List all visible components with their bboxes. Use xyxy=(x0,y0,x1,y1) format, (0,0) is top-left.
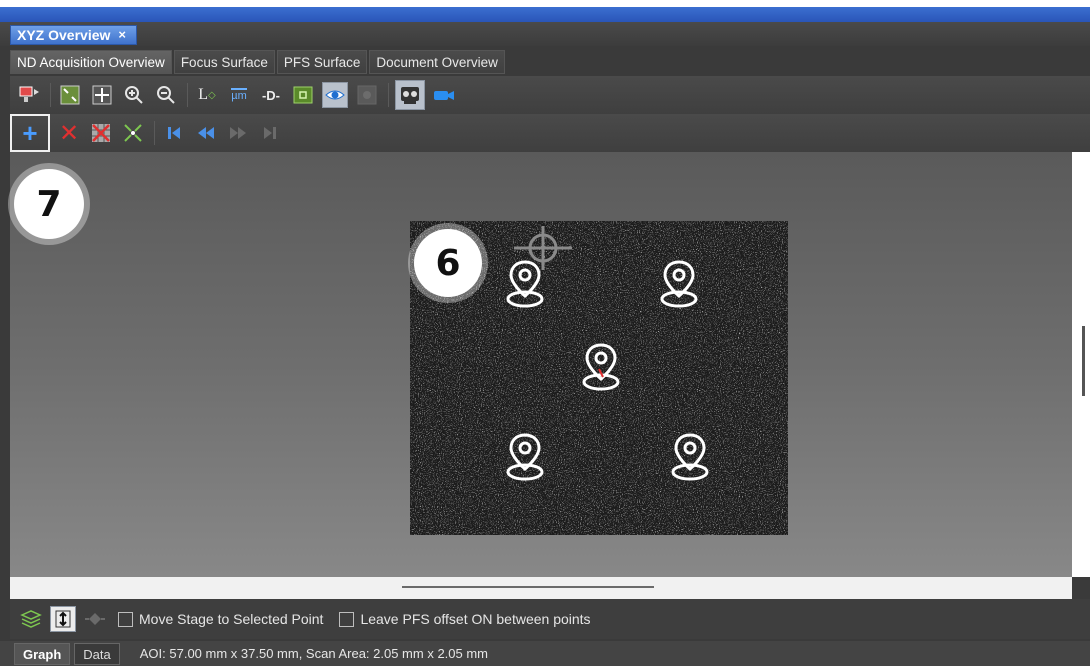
scale-label: µm xyxy=(231,88,247,102)
tab-data[interactable]: Data xyxy=(74,642,120,665)
horizontal-scrollbar[interactable] xyxy=(10,577,1072,599)
previous-point-icon[interactable] xyxy=(193,120,219,146)
delete-x-icon: ✕ xyxy=(58,119,80,147)
camera-robot-icon[interactable] xyxy=(395,80,425,110)
tab-document-overview[interactable]: Document Overview xyxy=(369,50,505,74)
zoom-in-icon[interactable] xyxy=(121,82,147,108)
point-marker-icon[interactable] xyxy=(503,258,547,310)
leave-pfs-option[interactable]: Leave PFS offset ON between points xyxy=(339,611,591,627)
next-point-icon xyxy=(225,120,251,146)
toolbar-separator xyxy=(154,121,155,145)
region-green-icon[interactable] xyxy=(290,82,316,108)
tab-focus-surface[interactable]: Focus Surface xyxy=(173,50,275,74)
tab-pfs-surface[interactable]: PFS Surface xyxy=(276,50,368,74)
axis-label: L xyxy=(198,86,209,103)
callout-6: 6 xyxy=(414,229,482,297)
fit-selection-icon[interactable] xyxy=(57,82,83,108)
status-text: AOI: 57.00 mm x 37.50 mm, Scan Area: 2.0… xyxy=(139,646,489,661)
leave-pfs-label: Leave PFS offset ON between points xyxy=(360,611,591,627)
point-marker-selected-icon[interactable] xyxy=(579,341,623,393)
diamond-disabled-icon xyxy=(82,606,108,632)
eye-view-icon[interactable] xyxy=(322,82,348,108)
panel-tab-row xyxy=(0,22,1090,46)
last-point-icon xyxy=(257,120,283,146)
monitor-arrow-icon[interactable] xyxy=(16,82,42,108)
horizontal-scroll-thumb[interactable] xyxy=(402,586,654,588)
delete-point-button[interactable]: ✕ xyxy=(56,119,82,147)
plus-icon: + xyxy=(22,117,38,148)
move-stage-checkbox[interactable] xyxy=(118,611,133,627)
distance-label: -D- xyxy=(261,87,281,103)
delete-all-icon[interactable] xyxy=(88,120,114,146)
points-toolbar: + ✕ xyxy=(10,114,1090,152)
grid-points-icon[interactable] xyxy=(120,120,146,146)
layers-green-icon[interactable] xyxy=(18,606,44,632)
toolbar-separator xyxy=(187,83,188,107)
sub-tab-bar: ND Acquisition Overview Focus Surface PF… xyxy=(10,50,505,74)
first-point-icon[interactable] xyxy=(161,120,187,146)
tab-nd-acquisition-overview[interactable]: ND Acquisition Overview xyxy=(10,50,172,74)
panel-tab-title: XYZ Overview xyxy=(17,27,111,43)
app-top-strip xyxy=(0,0,1090,22)
point-marker-icon[interactable] xyxy=(668,431,712,483)
toolbar-separator xyxy=(388,83,389,107)
axis-l-icon[interactable]: L ◇ xyxy=(194,82,220,108)
point-marker-icon[interactable] xyxy=(503,431,547,483)
fit-all-icon[interactable] xyxy=(89,82,115,108)
move-stage-option[interactable]: Move Stage to Selected Point xyxy=(118,611,323,627)
vertical-scrollbar[interactable] xyxy=(1072,152,1090,577)
zoom-out-icon[interactable] xyxy=(153,82,179,108)
scale-um-icon[interactable]: µm xyxy=(226,82,252,108)
overlay-disabled-icon xyxy=(354,82,380,108)
camera-blue-icon[interactable] xyxy=(431,82,457,108)
options-row: Move Stage to Selected Point Leave PFS o… xyxy=(10,599,1090,639)
point-marker-icon[interactable] xyxy=(657,258,701,310)
panel-tab-xyz-overview[interactable]: XYZ Overview × xyxy=(10,25,137,45)
view-toolbar: L ◇ µm -D- xyxy=(10,76,1090,115)
distance-d-icon[interactable]: -D- xyxy=(258,82,284,108)
callout-7: 7 xyxy=(14,169,84,239)
toolbar-separator xyxy=(50,83,51,107)
vertical-adjust-icon[interactable] xyxy=(50,606,76,632)
tab-graph[interactable]: Graph xyxy=(14,642,71,665)
move-stage-label: Move Stage to Selected Point xyxy=(139,611,324,627)
close-icon[interactable]: × xyxy=(118,25,126,45)
leave-pfs-checkbox[interactable] xyxy=(339,611,355,627)
status-row: Graph Data AOI: 57.00 mm x 37.50 mm, Sca… xyxy=(0,641,1090,666)
vertical-scroll-thumb[interactable] xyxy=(1082,326,1085,396)
add-point-button[interactable]: + xyxy=(10,114,50,152)
